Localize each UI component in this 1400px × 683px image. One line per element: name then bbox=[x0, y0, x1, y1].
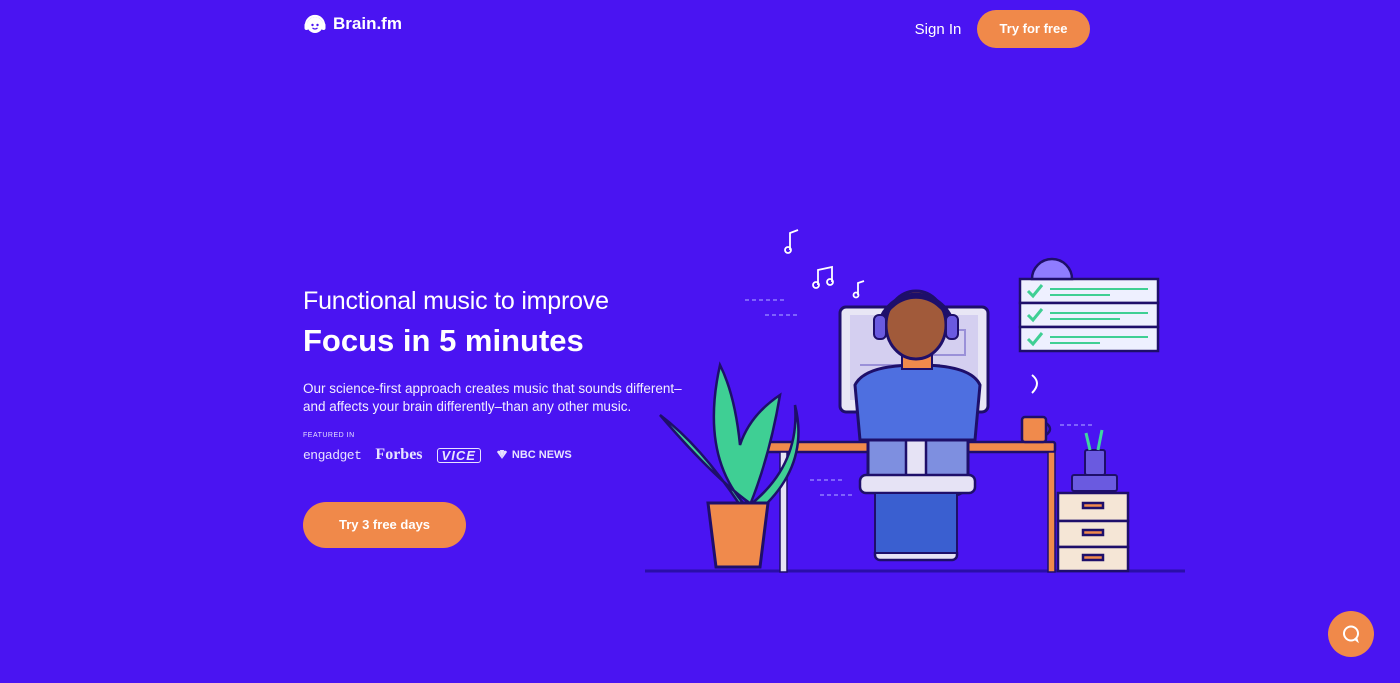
press-logo-engadget: engadget bbox=[303, 447, 362, 463]
book-stack bbox=[1071, 474, 1118, 492]
plant-leaves bbox=[659, 361, 800, 512]
brand-logo[interactable]: Brain.fm bbox=[303, 12, 402, 36]
press-logos: engadget Forbes VICE NBC NEWS bbox=[303, 445, 693, 465]
clock-icon bbox=[1030, 257, 1074, 281]
press-logo-forbes: Forbes bbox=[375, 446, 423, 463]
headphone-left bbox=[873, 314, 887, 340]
try-free-days-button[interactable]: Try 3 free days bbox=[303, 502, 466, 548]
sign-in-link[interactable]: Sign In bbox=[900, 19, 976, 41]
chat-bubble-icon bbox=[1343, 625, 1359, 644]
hero-kicker: Functional music to improve bbox=[303, 287, 609, 315]
chair-seat bbox=[858, 473, 977, 495]
hero-headline: Focus in 5 minutes bbox=[303, 323, 584, 358]
headphones-face-icon bbox=[304, 14, 326, 33]
peacock-icon bbox=[496, 450, 507, 459]
try-for-free-button[interactable]: Try for free bbox=[977, 10, 1090, 48]
press-logo-nbc-text: NBC NEWS bbox=[511, 449, 572, 461]
brand-name: Brain.fm bbox=[333, 14, 402, 33]
hero-illustration bbox=[645, 229, 1185, 573]
desk-leg-right bbox=[1047, 451, 1056, 573]
drawer-cabinet bbox=[1056, 491, 1130, 573]
site-header: Brain.fm Sign In Try for free bbox=[0, 0, 1400, 60]
hero-text-block: Functional music to improve Focus in 5 m… bbox=[303, 286, 693, 465]
hero-description: Our science-first approach creates music… bbox=[303, 381, 682, 414]
headphone-right bbox=[945, 314, 959, 340]
pencil-cup bbox=[1084, 449, 1106, 476]
person-legs bbox=[874, 492, 958, 554]
press-logo-vice: VICE bbox=[436, 447, 481, 463]
person-torso bbox=[853, 363, 982, 442]
mug bbox=[1020, 415, 1048, 444]
featured-in-label: FEATURED IN bbox=[303, 432, 355, 439]
plant-pot bbox=[706, 501, 770, 569]
press-logo-nbc: NBC NEWS bbox=[495, 449, 572, 461]
chat-support-button[interactable] bbox=[1328, 611, 1374, 657]
music-notes-icon bbox=[784, 229, 865, 299]
